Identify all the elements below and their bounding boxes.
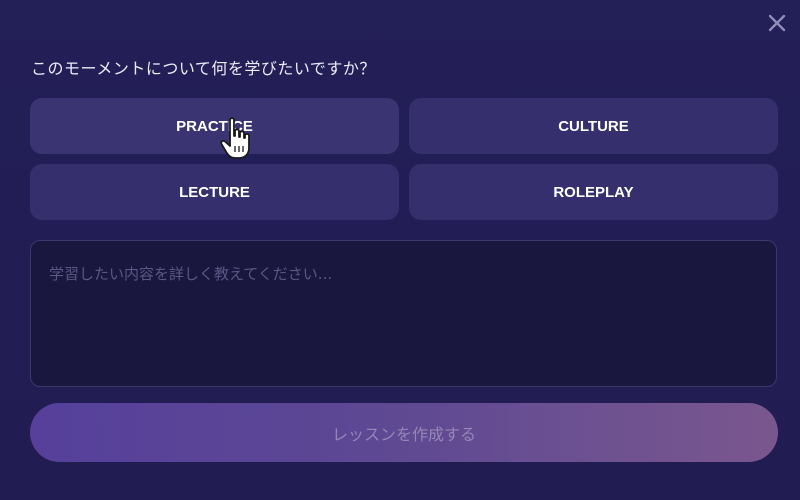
create-lesson-button[interactable]: レッスンを作成する [30, 403, 778, 462]
close-button[interactable] [764, 10, 790, 36]
question-heading: このモーメントについて何を学びたいですか？ [31, 59, 376, 78]
close-icon[interactable] [764, 10, 790, 36]
roleplay-button[interactable]: ROLEPLAY [409, 164, 778, 220]
lesson-details-input[interactable] [30, 240, 777, 387]
culture-button[interactable]: CULTURE [409, 98, 778, 154]
lesson-dialog: このモーメントについて何を学びたいですか？ PRACTICE CULTURE L… [0, 0, 800, 500]
practice-button[interactable]: PRACTICE [30, 98, 399, 154]
lecture-button[interactable]: LECTURE [30, 164, 399, 220]
